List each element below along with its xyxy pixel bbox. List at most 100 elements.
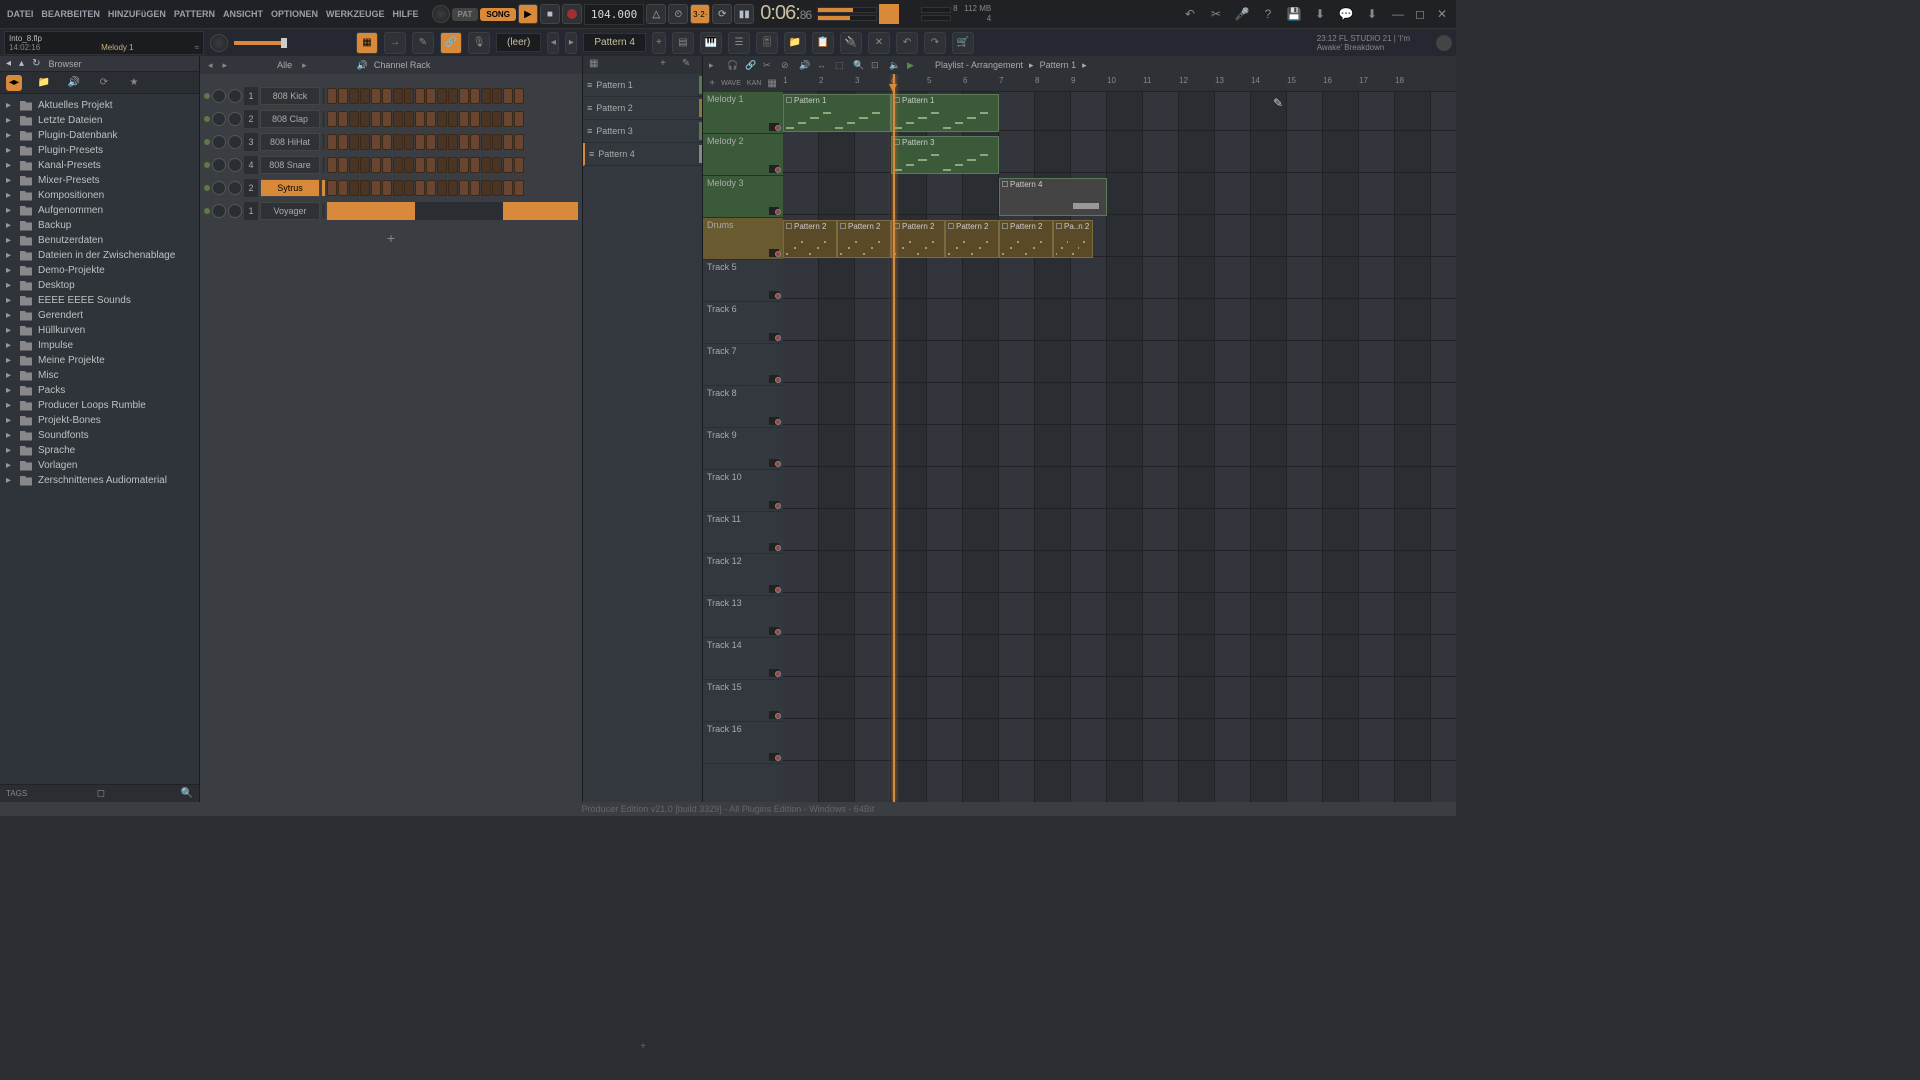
tempo-display[interactable]: 104.000 — [584, 4, 644, 25]
slot-prev-button[interactable]: ◂ — [547, 32, 559, 54]
playlist-title[interactable]: Playlist - Arrangement — [935, 60, 1023, 71]
playlist-clip[interactable]: Pattern 1 — [891, 94, 999, 132]
expand-icon[interactable]: ▸ — [6, 205, 14, 216]
expand-icon[interactable]: ▸ — [6, 220, 14, 231]
brush-button[interactable]: ✎ — [412, 32, 434, 54]
step[interactable] — [470, 111, 480, 127]
step[interactable] — [448, 134, 458, 150]
step[interactable] — [415, 134, 425, 150]
tree-item[interactable]: ▸Backup — [0, 218, 199, 233]
expand-icon[interactable]: ▸ — [6, 340, 14, 351]
mic2-button[interactable]: 🎙 — [468, 32, 490, 54]
menu-datei[interactable]: DATEI — [4, 9, 36, 19]
tree-item[interactable]: ▸Dateien in der Zwischenablage — [0, 248, 199, 263]
step-edit-button[interactable]: ▮▮ — [734, 4, 754, 24]
pl-block-icon[interactable]: ⊘ — [781, 60, 793, 71]
track-mute-button[interactable] — [775, 713, 781, 719]
step[interactable] — [415, 88, 425, 104]
step[interactable] — [393, 134, 403, 150]
tree-item[interactable]: ▸Kanal-Presets — [0, 158, 199, 173]
channel-select-indicator[interactable] — [322, 203, 325, 219]
export-button[interactable]: ⬇ — [1310, 4, 1330, 24]
step[interactable] — [503, 180, 513, 196]
step[interactable] — [371, 180, 381, 196]
step[interactable] — [327, 157, 337, 173]
step[interactable] — [327, 134, 337, 150]
pattern-add-bottom[interactable]: + — [583, 1033, 703, 1060]
search-icon[interactable]: 🔍 — [181, 788, 193, 799]
expand-icon[interactable]: ▸ — [6, 265, 14, 276]
step[interactable] — [382, 88, 392, 104]
step[interactable] — [426, 180, 436, 196]
main-pitch-knob[interactable] — [432, 5, 450, 23]
step[interactable] — [437, 88, 447, 104]
tree-item[interactable]: ▸Hüllkurven — [0, 323, 199, 338]
view-playlist-button[interactable]: ▦ — [356, 32, 378, 54]
tree-item[interactable]: ▸Letzte Dateien — [0, 113, 199, 128]
expand-icon[interactable]: ▸ — [6, 250, 14, 261]
pl-play-icon[interactable]: ▶ — [907, 60, 919, 71]
step[interactable] — [470, 180, 480, 196]
channel-pan-knob[interactable] — [212, 89, 226, 103]
browser-tree[interactable]: ▸Aktuelles Projekt▸Letzte Dateien▸Plugin… — [0, 94, 199, 784]
track-mute-button[interactable] — [775, 293, 781, 299]
menu-pattern[interactable]: PATTERN — [171, 9, 218, 19]
step[interactable] — [360, 88, 370, 104]
tree-item[interactable]: ▸Benutzerdaten — [0, 233, 199, 248]
step[interactable] — [437, 157, 447, 173]
pl-cut-icon[interactable]: ✂ — [763, 60, 775, 71]
stop-button[interactable]: ■ — [540, 4, 560, 24]
channel-select-indicator[interactable] — [322, 157, 325, 173]
refresh-icon[interactable]: ↻ — [32, 58, 40, 69]
step[interactable] — [404, 134, 414, 150]
channel-led[interactable] — [204, 208, 210, 214]
cr-filter-label[interactable]: Alle — [277, 60, 292, 70]
step[interactable] — [360, 180, 370, 196]
expand-icon[interactable]: ▸ — [6, 310, 14, 321]
step[interactable] — [492, 111, 502, 127]
track-header[interactable]: Drums — [703, 218, 783, 260]
main-volume-knob[interactable] — [210, 34, 228, 52]
menu-ansicht[interactable]: ANSICHT — [220, 9, 266, 19]
step[interactable] — [492, 134, 502, 150]
channel-select-indicator[interactable] — [322, 180, 325, 196]
pattern-list-item[interactable]: ≡Pattern 1 — [583, 74, 702, 97]
pattern-add-icon[interactable]: + — [660, 58, 674, 72]
pattern-list-item[interactable]: ≡Pattern 3 — [583, 120, 702, 143]
view-piano-button[interactable]: 🎹 — [700, 32, 722, 54]
step[interactable] — [327, 180, 337, 196]
pl-link-icon[interactable]: 🔗 — [745, 60, 757, 71]
step[interactable] — [371, 88, 381, 104]
up-icon[interactable]: ▴ — [19, 58, 24, 69]
channel-vol-knob[interactable] — [228, 204, 242, 218]
step[interactable] — [514, 157, 524, 173]
channel-led[interactable] — [204, 116, 210, 122]
playlist-clip[interactable]: Pattern 2 — [783, 220, 837, 258]
step[interactable] — [393, 88, 403, 104]
pattern-edit-icon[interactable]: ✎ — [682, 58, 696, 72]
step[interactable] — [459, 88, 469, 104]
playlist-clip[interactable]: Pattern 4 — [999, 178, 1107, 216]
step[interactable] — [459, 180, 469, 196]
track-mute-button[interactable] — [775, 629, 781, 635]
track-header[interactable]: Melody 3 — [703, 176, 783, 218]
tree-item[interactable]: ▸Gerendert — [0, 308, 199, 323]
step[interactable] — [382, 134, 392, 150]
channel-vol-knob[interactable] — [228, 135, 242, 149]
channel-number[interactable]: 1 — [244, 87, 258, 105]
track-mute-button[interactable] — [775, 125, 781, 131]
channel-vol-knob[interactable] — [228, 89, 242, 103]
track-mute-button[interactable] — [775, 503, 781, 509]
channel-led[interactable] — [204, 185, 210, 191]
expand-icon[interactable]: ▸ — [6, 400, 14, 411]
step[interactable] — [459, 157, 469, 173]
globe-icon[interactable] — [1436, 35, 1452, 51]
save-button[interactable]: 💾 — [1284, 4, 1304, 24]
step[interactable] — [503, 157, 513, 173]
expand-icon[interactable]: ▸ — [6, 145, 14, 156]
step[interactable] — [448, 157, 458, 173]
step[interactable] — [338, 134, 348, 150]
step[interactable] — [503, 134, 513, 150]
expand-icon[interactable]: ▸ — [6, 445, 14, 456]
download-button[interactable]: ⬇ — [1362, 4, 1382, 24]
